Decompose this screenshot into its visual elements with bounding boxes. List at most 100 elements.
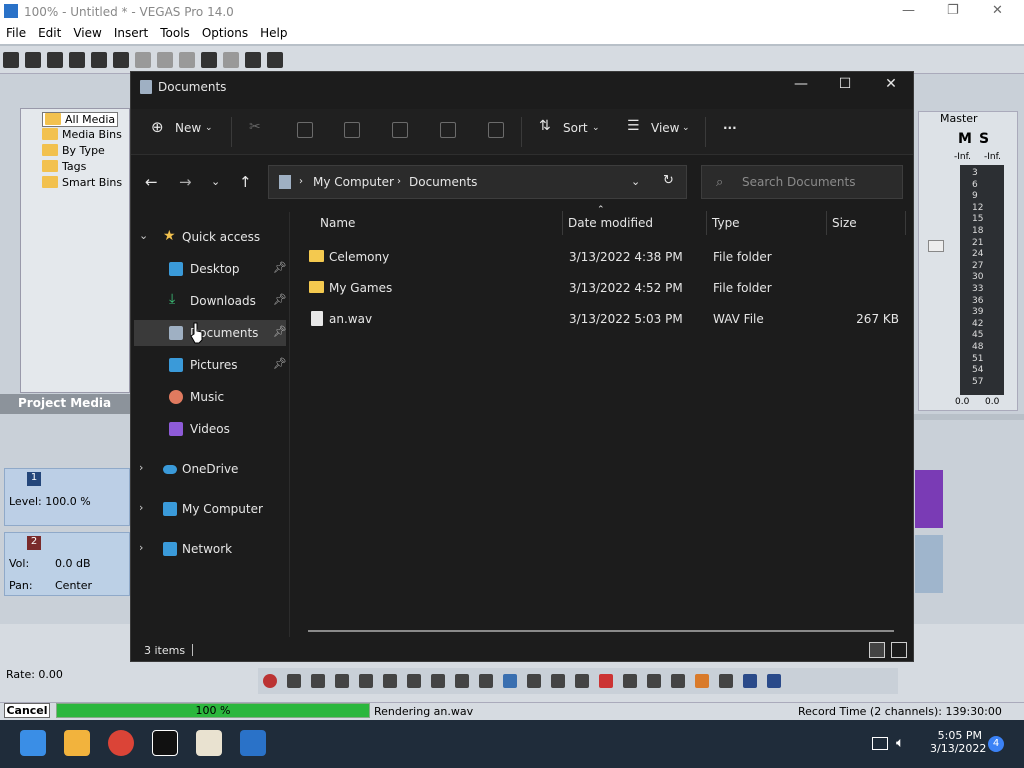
restore-icon[interactable]: ❐: [947, 3, 959, 18]
new-project-icon[interactable]: [3, 52, 19, 68]
marker-icon[interactable]: [695, 674, 709, 688]
minimize-icon[interactable]: —: [791, 76, 811, 92]
track-header-1[interactable]: 1 Level: 100.0 %: [4, 468, 130, 526]
cut-icon[interactable]: [135, 52, 151, 68]
minimize-icon[interactable]: —: [902, 3, 915, 18]
refresh-icon[interactable]: ↻: [663, 173, 674, 188]
open-icon[interactable]: [25, 52, 41, 68]
column-divider[interactable]: [706, 211, 707, 235]
play-icon[interactable]: [335, 674, 349, 688]
pane-divider[interactable]: [289, 212, 290, 637]
nav-onedrive[interactable]: › OneDrive: [134, 456, 286, 482]
record-icon[interactable]: [263, 674, 277, 688]
menu-options[interactable]: Options: [196, 24, 254, 40]
file-row[interactable]: My Games 3/13/2022 4:52 PM File folder: [305, 274, 905, 302]
recent-locations-icon[interactable]: ⌄: [211, 175, 220, 188]
tree-all-media[interactable]: All Media: [42, 112, 119, 127]
start-icon[interactable]: [20, 730, 46, 756]
plugin-icon[interactable]: [245, 52, 261, 68]
copy-icon[interactable]: [157, 52, 173, 68]
nav-videos[interactable]: Videos: [134, 416, 286, 442]
pause-icon[interactable]: [359, 674, 373, 688]
file-row[interactable]: an.wav 3/13/2022 5:03 PM WAV File 267 KB: [305, 305, 905, 333]
save-as-icon[interactable]: [69, 52, 85, 68]
loop-icon[interactable]: [287, 674, 301, 688]
column-divider[interactable]: [826, 211, 827, 235]
lock-icon[interactable]: [671, 674, 685, 688]
tree-tags[interactable]: Tags: [42, 160, 86, 173]
notification-badge[interactable]: 4: [988, 736, 1004, 752]
details-view-icon[interactable]: [869, 642, 885, 658]
nav-network[interactable]: › Network: [134, 536, 286, 562]
copy-icon[interactable]: [297, 122, 313, 138]
nav-pictures[interactable]: Pictures 📌︎: [134, 352, 287, 378]
column-size[interactable]: Size: [832, 216, 857, 230]
split-icon[interactable]: [647, 674, 661, 688]
go-start-icon[interactable]: [407, 674, 421, 688]
new-button[interactable]: New: [175, 121, 201, 135]
cancel-button[interactable]: Cancel: [4, 703, 50, 718]
nav-my-computer[interactable]: › My Computer: [134, 496, 286, 522]
share-icon[interactable]: [440, 122, 456, 138]
track-header-2[interactable]: 2 Vol: 0.0 dB Pan: Center: [4, 532, 130, 596]
normal-edit-tool-icon[interactable]: [503, 674, 517, 688]
chevron-down-icon[interactable]: ⌄: [631, 175, 640, 188]
menu-tools[interactable]: Tools: [154, 24, 196, 40]
next-frame-icon[interactable]: [479, 674, 493, 688]
file-explorer-icon[interactable]: [64, 730, 90, 756]
close-icon[interactable]: ✕: [881, 76, 901, 92]
play-from-start-icon[interactable]: [311, 674, 325, 688]
undo-icon[interactable]: [201, 52, 217, 68]
cut-icon[interactable]: ✂: [249, 119, 261, 135]
back-icon[interactable]: ←: [145, 173, 158, 191]
go-end-icon[interactable]: [431, 674, 445, 688]
project-media-tab[interactable]: Project Media: [0, 394, 130, 414]
paste-icon[interactable]: [179, 52, 195, 68]
master-fader[interactable]: [928, 240, 944, 252]
app-icon[interactable]: [196, 730, 222, 756]
region-icon[interactable]: [719, 674, 733, 688]
menu-view[interactable]: View: [67, 24, 107, 40]
column-divider[interactable]: [562, 211, 563, 235]
nav-music[interactable]: Music: [134, 384, 286, 410]
redo-icon[interactable]: [223, 52, 239, 68]
network-icon[interactable]: [872, 737, 888, 750]
tree-smart-bins[interactable]: Smart Bins: [42, 176, 122, 189]
auto-crossfade-icon[interactable]: [767, 674, 781, 688]
properties-icon[interactable]: [113, 52, 129, 68]
close-icon[interactable]: ✕: [992, 3, 1003, 18]
selection-tool-icon[interactable]: [551, 674, 565, 688]
solo-button[interactable]: S: [979, 131, 989, 147]
audio-clip[interactable]: [915, 535, 943, 593]
horizontal-scrollbar[interactable]: [308, 630, 894, 632]
menu-insert[interactable]: Insert: [108, 24, 154, 40]
column-type[interactable]: Type: [712, 216, 740, 230]
nav-desktop[interactable]: Desktop 📌︎: [134, 256, 287, 282]
paste-icon[interactable]: [344, 122, 360, 138]
menu-help[interactable]: Help: [254, 24, 293, 40]
render-icon[interactable]: [91, 52, 107, 68]
up-icon[interactable]: ↑: [239, 173, 252, 191]
7zip-icon[interactable]: [152, 730, 178, 756]
prev-frame-icon[interactable]: [455, 674, 469, 688]
clock[interactable]: 5:05 PM 3/13/2022: [930, 729, 986, 755]
volume-icon[interactable]: 🔈︎: [896, 735, 904, 751]
tiles-view-icon[interactable]: [891, 642, 907, 658]
delete-icon[interactable]: [599, 674, 613, 688]
tree-by-type[interactable]: By Type: [42, 144, 105, 157]
video-clip[interactable]: [915, 470, 943, 528]
delete-icon[interactable]: [488, 122, 504, 138]
help-icon[interactable]: [267, 52, 283, 68]
rename-icon[interactable]: [392, 122, 408, 138]
tree-media-bins[interactable]: Media Bins: [42, 128, 122, 141]
file-row[interactable]: Celemony 3/13/2022 4:38 PM File folder: [305, 243, 905, 271]
breadcrumb-my-computer[interactable]: My Computer: [313, 175, 394, 189]
chrome-icon[interactable]: [108, 730, 134, 756]
sort-button[interactable]: Sort: [563, 121, 588, 135]
nav-downloads[interactable]: ⤓ Downloads 📌︎: [134, 288, 287, 314]
zoom-tool-icon[interactable]: [575, 674, 589, 688]
stop-icon[interactable]: [383, 674, 397, 688]
nav-quick-access[interactable]: ⌄ ★ Quick access: [134, 224, 286, 250]
column-divider[interactable]: [905, 211, 906, 235]
trim-icon[interactable]: [623, 674, 637, 688]
